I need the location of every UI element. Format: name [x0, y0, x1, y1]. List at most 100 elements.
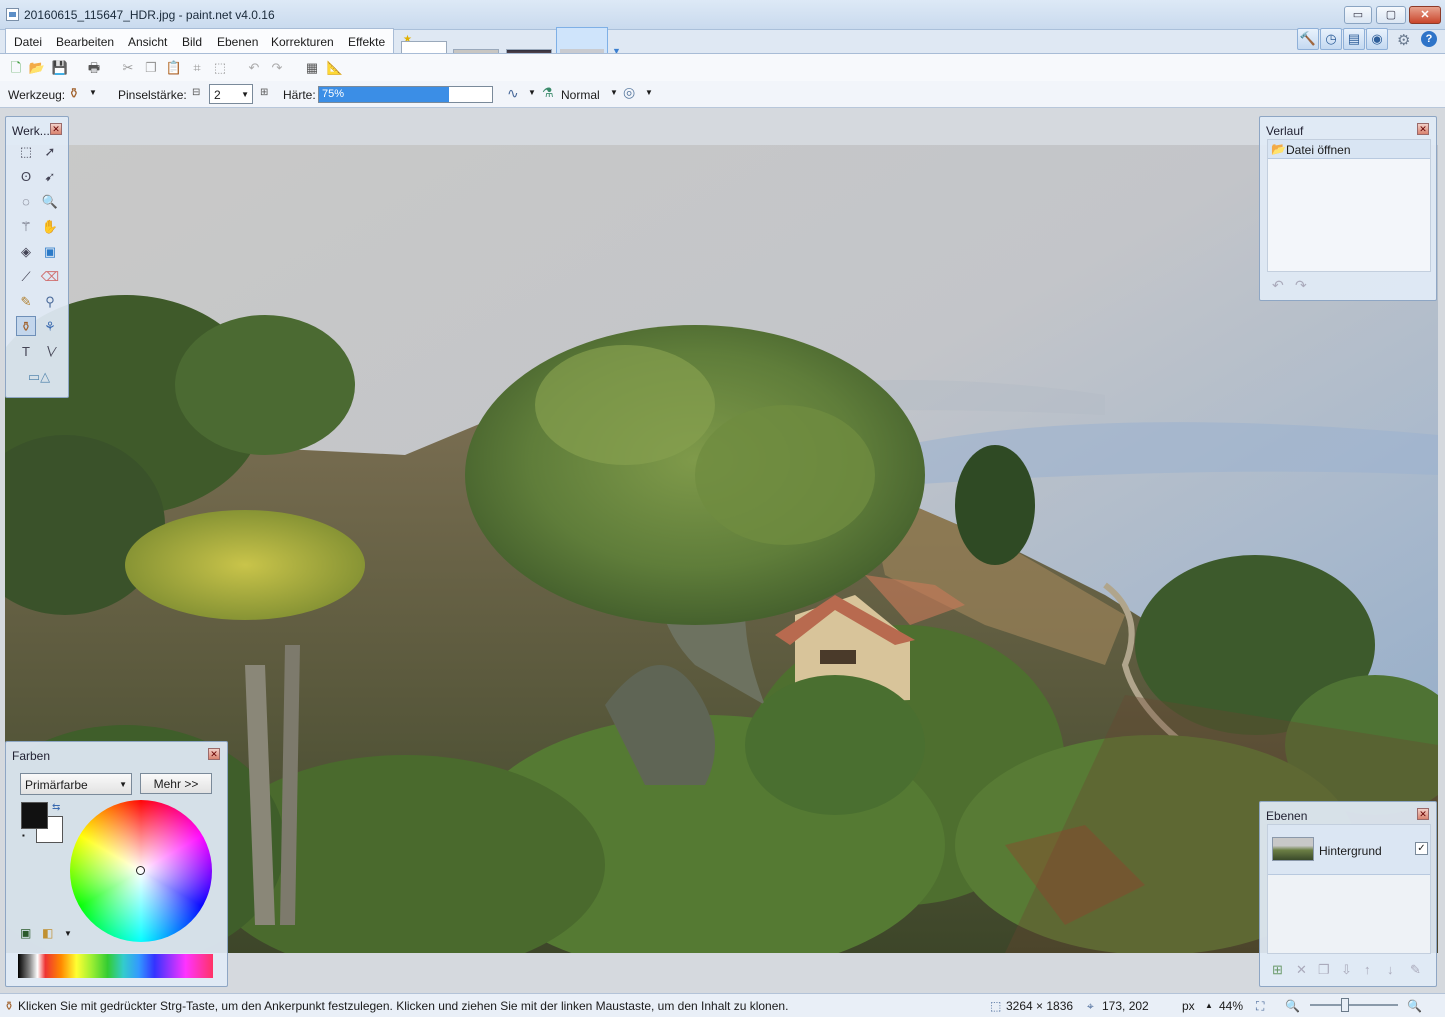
paste-icon[interactable]: 📋: [165, 59, 183, 77]
color-mode-dropdown[interactable]: Primärfarbe ▼: [20, 773, 132, 795]
ruler-icon[interactable]: 📐: [326, 59, 344, 77]
palette-menu-icon[interactable]: ◧: [42, 926, 53, 940]
antialiasing-icon[interactable]: ∿: [507, 85, 519, 102]
zoom-level[interactable]: 44%: [1219, 999, 1243, 1013]
cut-icon[interactable]: ✂: [119, 59, 137, 77]
history-window-toggle-icon[interactable]: ◷: [1320, 28, 1342, 50]
status-hint: Klicken Sie mit gedrückter Strg-Taste, u…: [18, 999, 789, 1013]
grid-icon[interactable]: ▦: [303, 59, 321, 77]
close-button[interactable]: ✕: [1409, 6, 1441, 24]
sampling-dropdown-icon[interactable]: ▼: [645, 88, 653, 97]
paint-bucket-icon[interactable]: ◈: [16, 242, 36, 262]
brush-size-input[interactable]: 2 ▼: [209, 84, 253, 104]
crop-icon[interactable]: ⌗: [188, 59, 206, 77]
add-layer-icon[interactable]: ⊞: [1272, 962, 1283, 978]
layer-properties-icon[interactable]: ✎: [1410, 962, 1421, 978]
text-icon[interactable]: T: [16, 342, 36, 362]
delete-layer-icon[interactable]: ✕: [1296, 962, 1307, 978]
undo-icon[interactable]: ↶: [245, 59, 263, 77]
copy-icon[interactable]: ❐: [142, 59, 160, 77]
antialiasing-dropdown-icon[interactable]: ▼: [528, 88, 536, 97]
pencil-icon[interactable]: ✎: [16, 292, 36, 312]
lasso-select-icon[interactable]: ʘ: [16, 167, 36, 187]
swap-colors-icon[interactable]: ⇆: [52, 802, 60, 813]
color-mode-dropdown-icon[interactable]: ▼: [119, 780, 127, 789]
tool-dropdown-icon[interactable]: ▼: [89, 88, 97, 97]
palette-icon[interactable]: ▣: [20, 926, 31, 940]
history-panel-close-icon[interactable]: ✕: [1417, 123, 1429, 135]
clone-stamp-tool-icon[interactable]: ⚱: [68, 85, 80, 102]
shapes-icon[interactable]: ▭△: [20, 367, 58, 387]
move-selected-icon[interactable]: ➹: [40, 167, 60, 187]
history-panel: Verlauf ✕ 📂 Datei öffnen ↶ ↷: [1259, 116, 1437, 301]
more-colors-button[interactable]: Mehr >>: [140, 773, 212, 794]
open-file-icon[interactable]: 📂: [28, 59, 46, 77]
settings-gear-icon[interactable]: ⚙: [1397, 31, 1410, 49]
brush-decrease-icon[interactable]: ⊟: [192, 87, 200, 98]
palette-dropdown-icon[interactable]: ▼: [64, 929, 72, 938]
unit-selector[interactable]: px: [1182, 999, 1195, 1013]
print-icon[interactable]: 🖶: [85, 59, 103, 77]
menu-effekte[interactable]: Effekte: [348, 35, 385, 49]
zoom-slider[interactable]: [1310, 998, 1398, 1012]
zoom-in-icon[interactable]: 🔍: [1407, 999, 1422, 1013]
color-wheel-picker[interactable]: [136, 866, 145, 875]
blend-mode-label[interactable]: Normal: [561, 88, 600, 102]
menu-bild[interactable]: Bild: [182, 35, 202, 49]
hardness-slider[interactable]: 75%: [318, 86, 493, 103]
menu-bearbeiten[interactable]: Bearbeiten: [56, 35, 114, 49]
move-layer-up-icon[interactable]: ↑: [1364, 962, 1371, 977]
tools-panel-close-icon[interactable]: ✕: [50, 123, 62, 135]
reset-colors-icon[interactable]: ▪: [22, 831, 25, 840]
color-picker-icon[interactable]: ⚲: [40, 292, 60, 312]
eraser-icon[interactable]: ⌫: [40, 267, 60, 287]
brush-size-dropdown-icon[interactable]: ▼: [241, 90, 249, 99]
duplicate-layer-icon[interactable]: ❐: [1318, 962, 1330, 978]
paintbrush-icon[interactable]: ⟋: [16, 267, 36, 287]
color-palette-strip[interactable]: [18, 954, 213, 978]
history-redo-icon[interactable]: ↷: [1295, 277, 1307, 294]
sampling-icon[interactable]: ◎: [623, 84, 635, 101]
layer-row[interactable]: Hintergrund ✓: [1268, 825, 1430, 875]
zoom-slider-thumb[interactable]: [1341, 998, 1349, 1012]
history-item[interactable]: 📂 Datei öffnen: [1268, 140, 1430, 159]
rectangle-select-icon[interactable]: ⬚: [16, 142, 36, 162]
save-icon[interactable]: 💾: [51, 59, 69, 77]
unit-dropdown-icon[interactable]: ▲: [1205, 1001, 1213, 1010]
menu-ansicht[interactable]: Ansicht: [128, 35, 167, 49]
colors-window-toggle-icon[interactable]: ◉: [1366, 28, 1388, 50]
new-file-icon[interactable]: 🗋: [7, 59, 25, 77]
line-curve-icon[interactable]: ∖∕: [40, 342, 60, 362]
ellipse-select-icon[interactable]: ◌: [16, 192, 36, 212]
magic-wand-icon[interactable]: ⚚: [16, 217, 36, 237]
maximize-button[interactable]: ▢: [1376, 6, 1406, 24]
history-undo-icon[interactable]: ↶: [1272, 277, 1284, 294]
layers-list: Hintergrund ✓: [1267, 824, 1431, 954]
brush-increase-icon[interactable]: ⊞: [260, 87, 268, 98]
zoom-out-icon[interactable]: 🔍: [1285, 999, 1300, 1013]
menu-datei[interactable]: Datei: [14, 35, 42, 49]
deselect-icon[interactable]: ⬚: [211, 59, 229, 77]
merge-layer-icon[interactable]: ⇩: [1341, 962, 1352, 978]
colors-panel-close-icon[interactable]: ✕: [208, 748, 220, 760]
move-selection-icon[interactable]: ➚: [40, 142, 60, 162]
zoom-fit-icon[interactable]: ⛶: [1256, 999, 1264, 1014]
move-layer-down-icon[interactable]: ↓: [1387, 962, 1394, 977]
clone-stamp-icon[interactable]: ⚱: [16, 316, 36, 336]
pan-hand-icon[interactable]: ✋: [40, 217, 60, 237]
layer-visibility-checkbox[interactable]: ✓: [1415, 842, 1428, 855]
menu-ebenen[interactable]: Ebenen: [217, 35, 258, 49]
minimize-button[interactable]: ▭: [1344, 6, 1372, 24]
layers-panel-close-icon[interactable]: ✕: [1417, 808, 1429, 820]
help-icon[interactable]: ?: [1421, 31, 1437, 47]
blend-mode-dropdown-icon[interactable]: ▼: [610, 88, 618, 97]
menu-korrekturen[interactable]: Korrekturen: [271, 35, 334, 49]
gradient-icon[interactable]: ▣: [40, 242, 60, 262]
tools-window-toggle-icon[interactable]: 🔨: [1297, 28, 1319, 50]
redo-icon[interactable]: ↷: [268, 59, 286, 77]
recolor-icon[interactable]: ⚘: [40, 317, 60, 337]
primary-color-swatch[interactable]: [21, 802, 48, 829]
zoom-icon[interactable]: 🔍: [40, 192, 60, 212]
color-wheel[interactable]: [70, 800, 212, 942]
layers-window-toggle-icon[interactable]: ▤: [1343, 28, 1365, 50]
